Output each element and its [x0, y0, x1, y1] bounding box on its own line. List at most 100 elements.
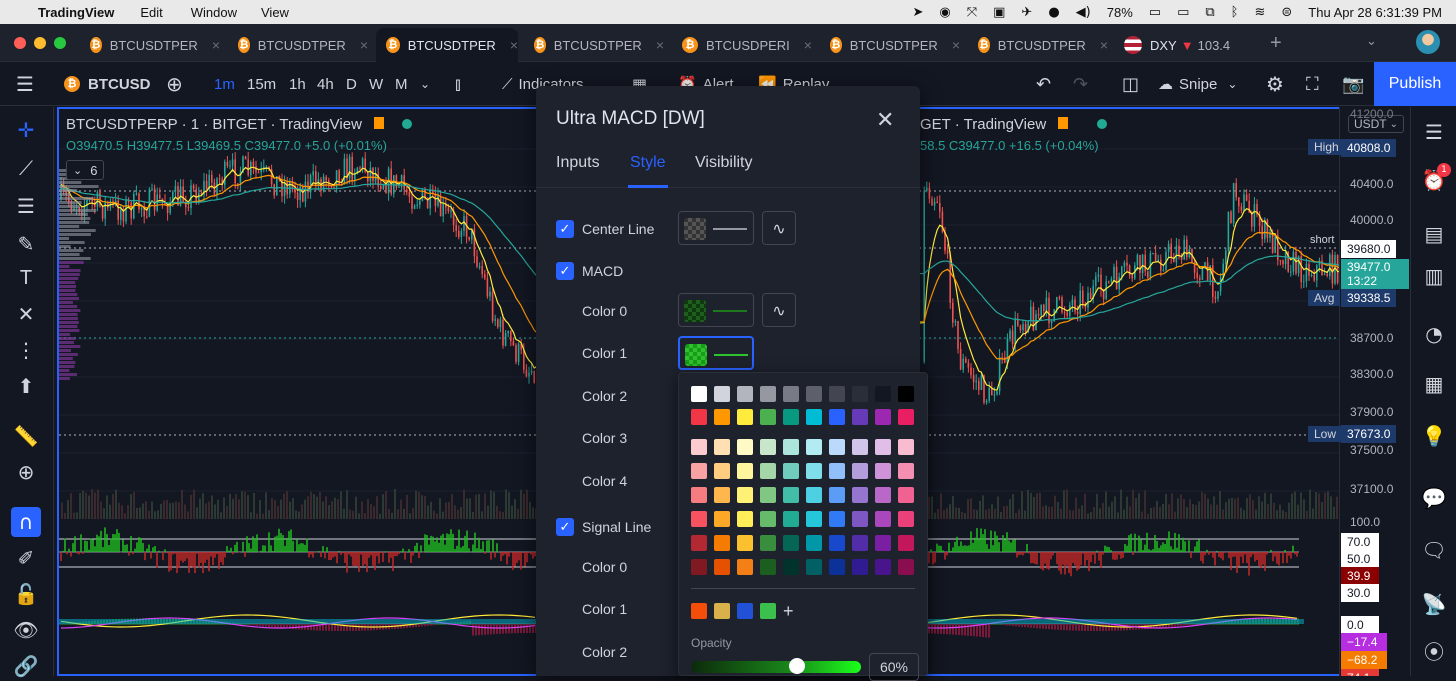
recent-color-swatch[interactable] [737, 603, 753, 619]
publish-button[interactable]: Publish [1374, 62, 1456, 106]
close-icon[interactable]: ✕ [876, 108, 894, 133]
color-swatch[interactable] [829, 463, 845, 479]
color-swatch[interactable] [852, 439, 868, 455]
macd-checkbox[interactable]: ✓ [556, 262, 574, 280]
color-swatch[interactable] [875, 487, 891, 503]
chats-icon[interactable]: 💬 [1419, 483, 1449, 513]
color-swatch[interactable] [852, 511, 868, 527]
color-swatch[interactable] [714, 439, 730, 455]
color-swatch[interactable] [691, 409, 707, 425]
chevron-down-icon[interactable]: ⌄ [1366, 34, 1377, 49]
rocket-icon[interactable]: ✈ [1021, 5, 1032, 20]
color-swatch[interactable] [806, 511, 822, 527]
control-center-icon[interactable]: ⊜ [1281, 5, 1292, 20]
color-swatch[interactable] [760, 559, 776, 575]
lock-icon[interactable]: 🔓 [11, 579, 41, 609]
color-swatch[interactable] [760, 409, 776, 425]
user-icon[interactable]: ● [1048, 5, 1059, 20]
color-swatch[interactable] [898, 409, 914, 425]
broadcast-icon[interactable]: ⦿ [1419, 635, 1449, 665]
battery-icon[interactable]: ▭ [1149, 5, 1161, 20]
center-line-checkbox[interactable]: ✓ [556, 220, 574, 238]
hotlist-icon[interactable]: ◔ [1419, 319, 1449, 349]
color-swatch[interactable] [898, 463, 914, 479]
tab-4[interactable]: ₿ BTCUSDTPER × [524, 28, 664, 62]
color-swatch[interactable] [783, 487, 799, 503]
camera-icon[interactable]: 📷 [1342, 62, 1364, 106]
add-custom-color-icon[interactable]: + [783, 601, 794, 622]
opacity-value-input[interactable]: 60% [869, 653, 919, 681]
tab-7[interactable]: ₿ BTCUSDTPER × [968, 28, 1108, 62]
text-tool-icon[interactable]: T [11, 263, 41, 293]
color-swatch[interactable] [691, 487, 707, 503]
new-tab-icon[interactable]: + [1270, 32, 1282, 55]
zoom-in-icon[interactable]: ⊕ [11, 457, 41, 487]
chart-legend-left[interactable]: BTCUSDTPERP · 1 · BITGET · TradingView [66, 116, 413, 133]
color-swatch[interactable] [760, 487, 776, 503]
news-icon[interactable]: ▤ [1419, 219, 1449, 249]
symbol-search[interactable]: ₿ BTCUSD [64, 62, 151, 106]
color-swatch[interactable] [691, 535, 707, 551]
close-tab-icon[interactable]: × [1100, 37, 1108, 53]
color-swatch[interactable] [783, 511, 799, 527]
color-swatch[interactable] [898, 511, 914, 527]
color-swatch[interactable] [783, 463, 799, 479]
color-swatch[interactable] [829, 511, 845, 527]
location-icon[interactable]: ➤ [912, 5, 923, 20]
color-swatch[interactable] [760, 511, 776, 527]
color-swatch[interactable] [806, 535, 822, 551]
color-swatch[interactable] [737, 559, 753, 575]
signals-icon[interactable]: 📡 [1419, 589, 1449, 619]
color-swatch[interactable] [691, 463, 707, 479]
color-swatch[interactable] [875, 559, 891, 575]
volume-icon[interactable]: ◀) [1076, 5, 1091, 20]
chart-legend-right[interactable]: GET · TradingView [920, 116, 1107, 133]
color-swatch[interactable] [737, 487, 753, 503]
bookmark-flag-icon[interactable] [374, 117, 385, 129]
color-swatch[interactable] [852, 559, 868, 575]
layout-icon[interactable]: ◫ [1122, 62, 1139, 106]
color-swatch[interactable] [737, 463, 753, 479]
forecast-icon[interactable]: ⋮ [11, 335, 41, 365]
tab-style[interactable]: Style [630, 154, 666, 172]
center-line-color-swatch[interactable] [678, 211, 754, 245]
interval-m[interactable]: M [395, 62, 408, 106]
back-icon[interactable]: ⬆ [11, 371, 41, 401]
color-swatch[interactable] [829, 409, 845, 425]
color-swatch[interactable] [852, 463, 868, 479]
color-swatch[interactable] [806, 439, 822, 455]
menu-window[interactable]: Window [191, 5, 237, 20]
tab-inputs[interactable]: Inputs [556, 154, 600, 172]
color-swatch-gray[interactable] [714, 386, 730, 402]
color-swatch[interactable] [691, 511, 707, 527]
color-swatch[interactable] [714, 463, 730, 479]
interval-1h[interactable]: 1h [289, 62, 306, 106]
color-swatch-gray[interactable] [783, 386, 799, 402]
macd-color-1-swatch[interactable] [678, 336, 754, 370]
macd-color-0-swatch[interactable] [678, 293, 754, 327]
color-swatch[interactable] [714, 409, 730, 425]
bluetooth-icon[interactable]: ᛒ [1231, 5, 1239, 20]
color-swatch[interactable] [691, 439, 707, 455]
crosshair-icon[interactable]: ✛ [11, 115, 41, 145]
minimize-window-button[interactable] [34, 37, 46, 49]
brush-icon[interactable]: ✎ [11, 229, 41, 259]
close-tab-icon[interactable]: × [952, 37, 960, 53]
alerts-clock-icon[interactable]: ⏰ 1 [1419, 163, 1451, 195]
ideas-bulb-icon[interactable]: 💡 [1419, 421, 1449, 451]
color-swatch[interactable] [783, 559, 799, 575]
color-swatch[interactable] [898, 559, 914, 575]
tab-3-active[interactable]: ₿ BTCUSDTPER × [376, 28, 518, 62]
collapsed-indicators-toggle[interactable]: ⌄ 6 [66, 160, 105, 180]
interval-d[interactable]: D [346, 62, 357, 106]
color-swatch[interactable] [829, 535, 845, 551]
interval-chevron-icon[interactable]: ⌄ [420, 62, 430, 106]
lock-drawing-icon[interactable]: ✐ [11, 543, 41, 573]
redo-icon[interactable]: ↷ [1073, 62, 1088, 106]
pattern-icon[interactable]: ✕ [11, 299, 41, 329]
color-swatch[interactable] [783, 439, 799, 455]
screen-icon[interactable]: ▣ [993, 5, 1005, 20]
menu-app-name[interactable]: TradingView [38, 5, 114, 20]
color-swatch-gray[interactable] [806, 386, 822, 402]
color-swatch[interactable] [783, 409, 799, 425]
